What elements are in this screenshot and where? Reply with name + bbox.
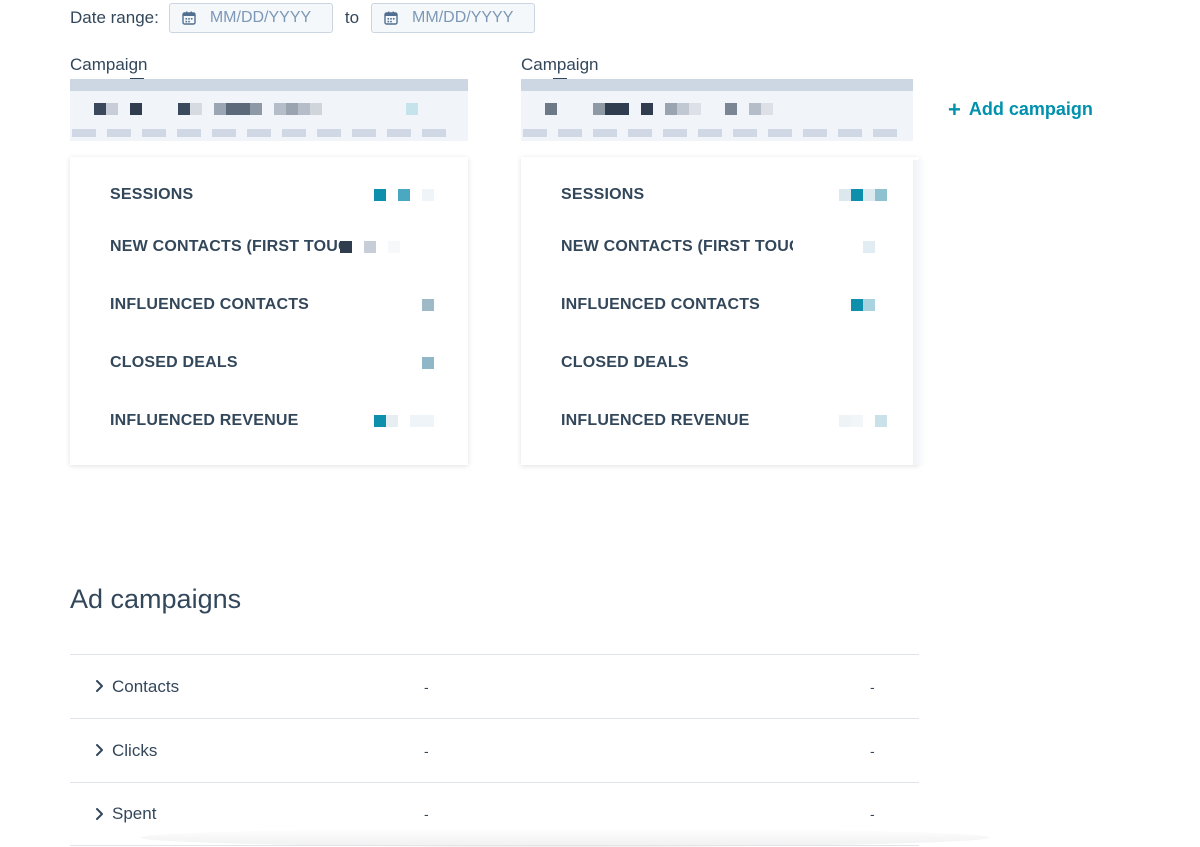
add-campaign-button[interactable]: + Add campaign: [948, 96, 1093, 122]
ad-row-clicks[interactable]: Clicks - -: [70, 718, 919, 782]
row-value: -: [870, 678, 875, 695]
campaign-select[interactable]: [70, 79, 468, 141]
chevron-right-icon[interactable]: [94, 743, 106, 757]
redacted-campaign-name: [94, 103, 418, 115]
stat-row-influenced-contacts: INFLUENCED CONTACTS: [110, 293, 434, 317]
redacted-bar: [521, 129, 913, 137]
stat-label: INFLUENCED CONTACTS: [110, 296, 310, 313]
row-label: Contacts: [112, 676, 180, 696]
redacted-stat-value: [839, 189, 887, 201]
redacted-stat-value: [422, 299, 434, 311]
campaign-stats-card: SESSIONS NEW CONTACTS (FIRST TOUCH) INFL…: [521, 157, 919, 465]
stat-row-closed-deals: CLOSED DEALS: [561, 351, 885, 375]
calendar-icon: [182, 11, 196, 25]
redacted-stat-value: [422, 357, 434, 369]
calendar-icon: [384, 11, 398, 25]
stat-row-sessions: SESSIONS: [110, 183, 434, 207]
stat-label: INFLUENCED CONTACTS: [561, 296, 761, 313]
campaign-column-1: Campaign SESSIONS NEW CONTACTS (FIRST TO…: [70, 52, 468, 465]
stat-label: SESSIONS: [110, 186, 194, 203]
stat-row-new-contacts: NEW CONTACTS (FIRST TOUCH): [110, 235, 434, 259]
row-value: -: [424, 678, 429, 695]
redacted-stat-value: [340, 241, 400, 253]
campaign-label-text: Campaign: [521, 55, 599, 74]
campaign-label-text: Campaign: [70, 55, 148, 74]
campaign-label: Campaign: [521, 52, 599, 80]
end-date-input[interactable]: [412, 9, 533, 27]
stat-row-sessions: SESSIONS: [561, 183, 887, 207]
ad-row-contacts[interactable]: Contacts - -: [70, 654, 919, 718]
date-range-label: Date range:: [70, 8, 159, 27]
stat-label: INFLUENCED REVENUE: [110, 412, 299, 429]
stat-label: SESSIONS: [561, 186, 645, 203]
add-campaign-label: Add campaign: [968, 99, 1093, 119]
chevron-right-icon[interactable]: [94, 807, 106, 821]
date-range: Date range: to: [70, 3, 536, 33]
stat-row-influenced-contacts: INFLUENCED CONTACTS: [561, 293, 885, 317]
stat-label: NEW CONTACTS (FIRST TOUCH): [561, 238, 793, 255]
bottom-shadow: [140, 828, 990, 847]
row-label: Clicks: [112, 740, 158, 760]
stat-row-closed-deals: CLOSED DEALS: [110, 351, 434, 375]
start-date-input[interactable]: [209, 9, 330, 27]
campaign-label: Campaign: [70, 52, 148, 80]
redacted-stat-value: [374, 415, 434, 427]
stat-row-new-contacts: NEW CONTACTS (FIRST TOUCH): [561, 235, 885, 259]
start-date-field[interactable]: [168, 3, 333, 33]
card-edge-shade: [913, 160, 927, 465]
ad-campaigns-heading: Ad campaigns: [70, 584, 242, 614]
end-date-field[interactable]: [371, 3, 536, 33]
plus-icon: +: [948, 96, 961, 122]
chevron-right-icon[interactable]: [94, 679, 106, 693]
campaign-column-2: Campaign SESSIONS NEW CONTACTS (FIRST TO…: [521, 52, 919, 465]
redacted-bar: [70, 129, 468, 137]
redacted-stat-value: [851, 299, 875, 311]
campaign-stats-card: SESSIONS NEW CONTACTS (FIRST TOUCH) INFL…: [70, 157, 468, 465]
date-range-to: to: [344, 8, 360, 27]
redacted-stat-value: [374, 189, 434, 201]
ad-campaigns-table: Contacts - - Clicks - - Spent - -: [70, 654, 919, 846]
stat-row-influenced-revenue: INFLUENCED REVENUE: [110, 409, 434, 433]
stat-label: CLOSED DEALS: [561, 354, 689, 371]
row-value: -: [870, 806, 875, 822]
row-label: Spent: [112, 804, 157, 823]
campaign-select[interactable]: [521, 79, 913, 141]
stat-row-influenced-revenue: INFLUENCED REVENUE: [561, 409, 887, 433]
stat-label: NEW CONTACTS (FIRST TOUCH): [110, 238, 340, 255]
redacted-stat-value: [839, 415, 887, 427]
stat-label: INFLUENCED REVENUE: [561, 412, 750, 429]
row-value: -: [870, 742, 875, 759]
redacted-campaign-name: [545, 103, 773, 115]
redacted-stat-value: [863, 241, 875, 253]
stat-label: CLOSED DEALS: [110, 354, 238, 371]
row-value: -: [424, 742, 429, 759]
row-value: -: [424, 806, 429, 822]
